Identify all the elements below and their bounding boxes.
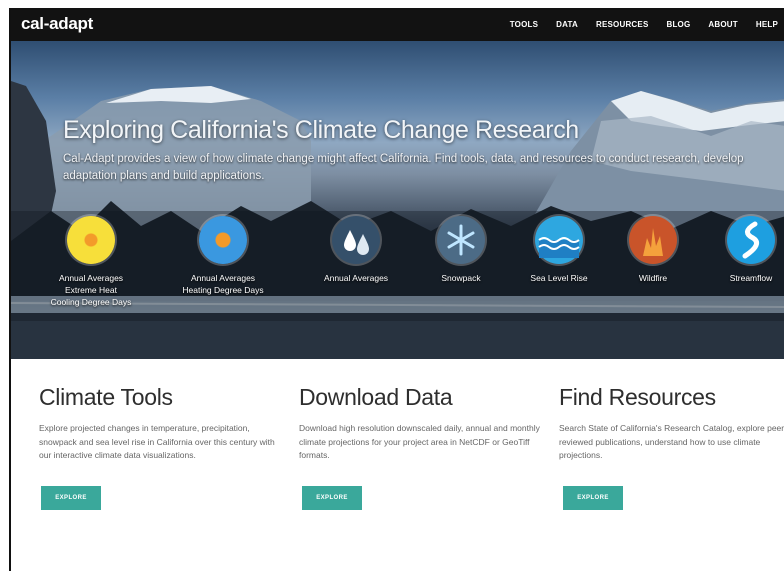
sun-heat-icon[interactable] — [67, 216, 115, 264]
climate-tools-heading: Climate Tools — [39, 384, 173, 410]
browser-page: cal-adapt TOOLS DATA RESOURCES BLOG ABOU… — [9, 8, 784, 571]
tool-label-line: Sea Level Rise — [530, 273, 588, 283]
tool-label-line: Wildfire — [638, 273, 668, 283]
download-data-heading: Download Data — [299, 384, 453, 410]
tool-precipitation[interactable]: Annual Averages — [306, 216, 406, 284]
tool-label-line: Extreme Heat — [65, 285, 117, 295]
tool-snowpack-label: Snowpack — [411, 272, 511, 284]
top-navbar: cal-adapt TOOLS DATA RESOURCES BLOG ABOU… — [11, 8, 784, 41]
tool-precipitation-label: Annual Averages — [306, 272, 406, 284]
find-resources-section: Find Resources Search State of Californi… — [559, 384, 784, 463]
tool-wildfire-label: Wildfire — [603, 272, 703, 284]
tool-wildfire[interactable]: Wildfire — [603, 216, 703, 284]
nav-help-link[interactable]: HELP — [756, 20, 778, 29]
snowflake-glyph — [447, 224, 475, 256]
flame-glyph — [643, 228, 663, 256]
tool-label-line: Snowpack — [441, 273, 481, 283]
climate-tools-description: Explore projected changes in temperature… — [39, 423, 275, 460]
tool-sea-level-rise[interactable]: Sea Level Rise — [509, 216, 609, 284]
download-data-section: Download Data Download high resolution d… — [299, 384, 549, 463]
tool-label-line: Annual Averages — [58, 273, 124, 283]
cal-adapt-logo[interactable]: cal-adapt — [21, 14, 93, 34]
climate-tools-explore-button[interactable]: EXPLORE — [41, 486, 101, 510]
tool-sea-level-rise-label: Sea Level Rise — [509, 272, 609, 284]
stream-glyph — [742, 221, 760, 259]
snowflake-icon[interactable] — [437, 216, 485, 264]
nav-blog-link[interactable]: BLOG — [666, 20, 690, 29]
tool-extreme-heat-label: Annual Averages Extreme Heat Cooling Degre… — [41, 272, 141, 308]
tool-heating-degree-days-label: Annual Averages Heating Degree Days — [173, 272, 273, 296]
stream-icon[interactable] — [727, 216, 775, 264]
find-resources-description: Search State of California's Research Ca… — [559, 423, 784, 460]
waves-glyph — [538, 237, 580, 258]
tool-extreme-heat[interactable]: Annual Averages Extreme Heat Cooling Degre… — [41, 216, 141, 308]
water-drops-icon[interactable] — [332, 216, 380, 264]
climate-tools-section: Climate Tools Explore projected changes … — [39, 384, 289, 463]
tool-label-line: Annual Averages — [323, 273, 389, 283]
tool-streamflow[interactable]: Streamflow — [701, 216, 784, 284]
flame-icon[interactable] — [629, 216, 677, 264]
hero-title: Exploring California's Climate Change Re… — [63, 116, 579, 144]
climate-tools-row: Annual Averages Extreme Heat Cooling Degre… — [41, 216, 784, 326]
nav-tools-link[interactable]: TOOLS — [510, 20, 538, 29]
tool-label-line: Streamflow — [729, 273, 773, 283]
hero-subtitle: Cal-Adapt provides a view of how climate… — [63, 153, 744, 182]
tool-heating-degree-days[interactable]: Annual Averages Heating Degree Days — [173, 216, 273, 296]
hero-banner: Exploring California's Climate Change Re… — [11, 41, 784, 359]
tool-label-line: Heating Degree Days — [182, 285, 264, 295]
download-data-explore-button[interactable]: EXPLORE — [302, 486, 362, 510]
nav-resources-link[interactable]: RESOURCES — [596, 20, 648, 29]
nav-data-link[interactable]: DATA — [556, 20, 578, 29]
main-menu: TOOLS DATA RESOURCES BLOG ABOUT HELP — [492, 8, 778, 41]
waves-icon[interactable] — [535, 216, 583, 264]
tool-snowpack[interactable]: Snowpack — [411, 216, 511, 284]
tool-label-line: Annual Averages — [190, 273, 256, 283]
nav-about-link[interactable]: ABOUT — [708, 20, 737, 29]
tool-streamflow-label: Streamflow — [701, 272, 784, 284]
find-resources-heading: Find Resources — [559, 384, 716, 410]
tool-label-line: Cooling Degree Days — [50, 297, 132, 307]
heating-sun-icon[interactable] — [199, 216, 247, 264]
drops-glyph — [344, 230, 369, 255]
find-resources-explore-button[interactable]: EXPLORE — [563, 486, 623, 510]
download-data-description: Download high resolution downscaled dail… — [299, 423, 540, 460]
